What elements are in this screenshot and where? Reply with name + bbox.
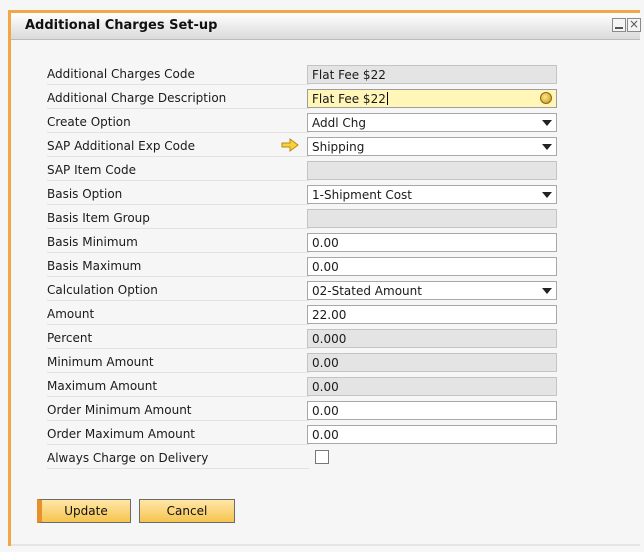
field-value: Shipping [312,140,365,154]
additional-charge-description-input[interactable]: Flat Fee $22 [307,89,557,108]
field-label: Basis Maximum [47,259,142,273]
field-label: Minimum Amount [47,355,154,369]
field-value: 1-Shipment Cost [312,188,413,202]
always-charge-on-delivery-checkbox[interactable] [315,450,329,464]
field-label: Basis Option [47,187,123,201]
order-maximum-amount-input[interactable]: 0.00 [307,425,557,444]
field-label: SAP Additional Exp Code [47,139,195,153]
divider [47,372,309,373]
divider [47,252,309,253]
basis-item-group-field [307,209,557,228]
percent-field: 0.000 [307,329,557,348]
field-label: Amount [47,307,95,321]
dropdown-arrow-icon[interactable] [542,120,552,126]
divider [47,444,309,445]
link-icon[interactable] [540,92,552,104]
dialog-window: Additional Charges Set-up × Additional C… [8,10,641,546]
divider [47,300,309,301]
amount-input[interactable]: 22.00 [307,305,557,324]
field-label: Create Option [47,115,131,129]
divider [47,468,309,469]
divider [47,324,309,325]
minimum-amount-field: 0.00 [307,353,557,372]
title-bar[interactable]: Additional Charges Set-up × [11,13,641,40]
basis-option-select[interactable]: 1-Shipment Cost [307,185,557,204]
divider [47,396,309,397]
dropdown-arrow-icon[interactable] [542,192,552,198]
divider [47,420,309,421]
field-label: Basis Minimum [47,235,138,249]
minimize-icon[interactable] [612,18,626,32]
maximum-amount-field: 0.00 [307,377,557,396]
divider [47,132,309,133]
field-label: Basis Item Group [47,211,150,225]
divider [47,108,309,109]
create-option-select[interactable]: Addl Chg [307,113,557,132]
sap-additional-exp-code-select[interactable]: Shipping [307,137,557,156]
sap-item-code-field [307,161,557,180]
cancel-button[interactable]: Cancel [139,499,235,523]
divider [47,228,309,229]
field-label: Calculation Option [47,283,158,297]
additional-charges-code-field: Flat Fee $22 [307,65,557,84]
field-label: Additional Charges Code [47,67,195,81]
update-button[interactable]: Update [37,499,131,523]
close-icon[interactable]: × [627,18,641,32]
dropdown-arrow-icon[interactable] [542,144,552,150]
calculation-option-select[interactable]: 02-Stated Amount [307,281,557,300]
window-bottom-edge [11,544,640,546]
basis-minimum-input[interactable]: 0.00 [307,233,557,252]
window-title: Additional Charges Set-up [25,18,218,33]
field-label: Maximum Amount [47,379,158,393]
text-cursor [386,92,388,105]
field-label: Additional Charge Description [47,91,227,105]
divider [47,204,309,205]
order-minimum-amount-input[interactable]: 0.00 [307,401,557,420]
link-arrow-icon[interactable] [281,138,299,152]
field-label: Order Minimum Amount [47,403,192,417]
field-value: Flat Fee $22 [312,92,386,106]
dropdown-arrow-icon[interactable] [542,288,552,294]
field-label: Percent [47,331,93,345]
field-label: SAP Item Code [47,163,136,177]
field-label: Always Charge on Delivery [47,451,209,465]
divider [47,276,309,277]
field-value: 02-Stated Amount [312,284,422,298]
field-value: Addl Chg [312,116,366,130]
divider [47,180,309,181]
field-label: Order Maximum Amount [47,427,196,441]
divider [47,348,309,349]
divider [47,156,309,157]
divider [47,84,309,85]
basis-maximum-input[interactable]: 0.00 [307,257,557,276]
